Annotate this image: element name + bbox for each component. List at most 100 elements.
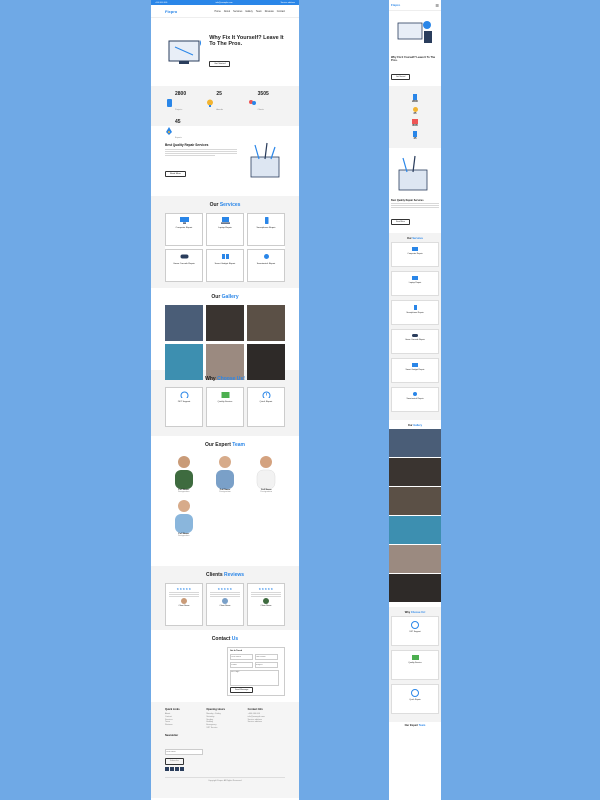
contact-title-b: Us: [231, 636, 239, 642]
email-field[interactable]: [254, 654, 278, 660]
monitor-icon: [412, 247, 418, 251]
why-card: 24/7 Support: [165, 387, 203, 427]
mobile-service-card[interactable]: Smartwatch Repair: [391, 387, 439, 412]
newsletter-email-field[interactable]: [165, 748, 203, 755]
gallery-image[interactable]: [165, 344, 203, 380]
service-card[interactable]: Smartphone Repair: [247, 213, 285, 246]
mobile-service-card[interactable]: Computer Repair: [391, 242, 439, 267]
read-more-button[interactable]: Read More: [165, 171, 186, 177]
review-stars: ★★★★★: [176, 587, 192, 591]
gallery-image[interactable]: [389, 429, 441, 457]
gallery-image[interactable]: [247, 344, 285, 380]
why-title-b: Choose Us!: [217, 376, 245, 382]
reviewer-name: Client Name: [178, 605, 190, 607]
nav-link-home[interactable]: Home: [214, 10, 220, 13]
gallery-title-a: Our: [211, 294, 222, 300]
desktop-preview: +000 000 000 info@example.com Service ad…: [151, 0, 299, 800]
gallery-image[interactable]: [389, 574, 441, 602]
facebook-icon[interactable]: [165, 766, 169, 771]
nav-link-reviews[interactable]: Reviews: [265, 10, 274, 13]
stat-item: 25 Awards: [206, 91, 243, 115]
reviewer-name: Client Name: [260, 605, 272, 607]
mobile-service-card[interactable]: Smart Gadget Repair: [391, 358, 439, 383]
why-card: Quality Service: [206, 387, 244, 427]
name-field[interactable]: [230, 654, 253, 660]
stat-label: Clients: [257, 109, 264, 111]
mobile-services: Our Services Computer Repair Laptop Repa…: [389, 233, 441, 420]
mobile-gallery: Our Gallery: [389, 420, 441, 607]
gallery-title-b: Gallery: [221, 294, 239, 300]
gallery-image[interactable]: [247, 305, 285, 341]
stat-value: 2800: [175, 91, 187, 97]
service-name: Laptop Repair: [218, 227, 232, 229]
mobile-service-card[interactable]: Game Console Repair: [391, 329, 439, 354]
nav-link-contact[interactable]: Contact: [277, 10, 285, 13]
gallery-image[interactable]: [206, 305, 244, 341]
mobile-get-started-button[interactable]: Get Started: [391, 74, 411, 80]
service-card[interactable]: Game Console Repair: [165, 249, 203, 282]
service-card[interactable]: Smartwatch Repair: [247, 249, 285, 282]
reviewer-avatar: [181, 598, 187, 604]
gallery-image[interactable]: [165, 305, 203, 341]
twitter-icon[interactable]: [170, 766, 174, 771]
mobile-stat-value: 45: [413, 137, 417, 140]
team-member-photo: [215, 456, 234, 489]
review-card: ★★★★★ Client Name: [247, 583, 285, 626]
team-member: Full Name Designation: [206, 453, 243, 493]
reviews-section: Clients Reviews ★★★★★ Client Name ★★★★★ …: [151, 566, 299, 630]
topbar-email: info@example.com: [215, 1, 233, 4]
mobile-hero-title: Why Fix It Yourself? Leave It To The Pro…: [391, 56, 436, 62]
mobile-logo[interactable]: Fixpro: [391, 3, 400, 7]
review-card: ★★★★★ Client Name: [165, 583, 203, 626]
hamburger-menu-icon[interactable]: ☰: [435, 3, 439, 8]
smartphone-icon: [413, 305, 417, 310]
phone-field[interactable]: [230, 662, 253, 668]
topbar-address: Service address: [280, 1, 295, 4]
footer-link[interactable]: Reviews: [165, 724, 202, 727]
gallery-image[interactable]: [389, 458, 441, 486]
stat-label: Experts: [175, 137, 182, 139]
gallery-image[interactable]: [389, 545, 441, 573]
mobile-stats: 2800 25 3505 45: [389, 86, 441, 148]
linkedin-icon[interactable]: [180, 766, 184, 771]
mobile-service-card[interactable]: Laptop Repair: [391, 271, 439, 296]
tools-illustration: [250, 142, 280, 178]
message-field[interactable]: [230, 670, 279, 686]
clock-icon: [411, 689, 419, 697]
send-message-button[interactable]: Send Message: [230, 687, 254, 693]
mobile-service-name: Smartwatch Repair: [406, 398, 424, 400]
subscribe-button[interactable]: Subscribe: [165, 757, 184, 765]
mobile-read-more-button[interactable]: Read More: [391, 219, 410, 225]
reviews-title-b: Reviews: [224, 572, 245, 578]
service-card[interactable]: Computer Repair: [165, 213, 203, 246]
gallery-image[interactable]: [389, 516, 441, 544]
member-role: Designation: [177, 491, 190, 493]
site-logo[interactable]: Fixpro: [165, 9, 177, 14]
team-member: Full Name Designation: [165, 497, 202, 537]
nav-link-services[interactable]: Services: [233, 10, 242, 13]
footer: Quick Links About Contact Services Team …: [151, 702, 299, 798]
nav-link-about[interactable]: About: [224, 10, 230, 13]
gallery-image[interactable]: [206, 344, 244, 380]
footer-contact: Contact Info +000 000 000 info@example.c…: [248, 708, 285, 730]
service-card[interactable]: Smart Gadget Repair: [206, 249, 244, 282]
mobile-quality: Best Quality Repair Services Read More: [389, 148, 441, 233]
subject-field[interactable]: [254, 662, 278, 668]
mobile-team-title-a: Our Expert: [404, 724, 419, 727]
smartphone-icon: [264, 217, 268, 224]
footer-col-title: Quick Links: [165, 708, 180, 711]
service-card[interactable]: Laptop Repair: [206, 213, 244, 246]
get-started-button[interactable]: Get Started: [209, 61, 231, 68]
gallery-title: Our Gallery: [165, 294, 285, 300]
instagram-icon[interactable]: [175, 766, 179, 771]
gallery-image[interactable]: [389, 487, 441, 515]
stat-value: 25: [216, 91, 222, 97]
quality-text-placeholder: [165, 149, 237, 156]
service-name: Computer Repair: [175, 227, 193, 229]
mobile-service-card[interactable]: Smartphone Repair: [391, 300, 439, 325]
nav-link-gallery[interactable]: Gallery: [245, 10, 253, 13]
mobile-stat-value: 25: [413, 112, 417, 115]
nav-link-team[interactable]: Team: [256, 10, 262, 13]
footer-col-title: Opening Hours: [206, 708, 226, 711]
footer-hours: Opening Hours Monday - Friday Saturday S…: [206, 708, 243, 730]
